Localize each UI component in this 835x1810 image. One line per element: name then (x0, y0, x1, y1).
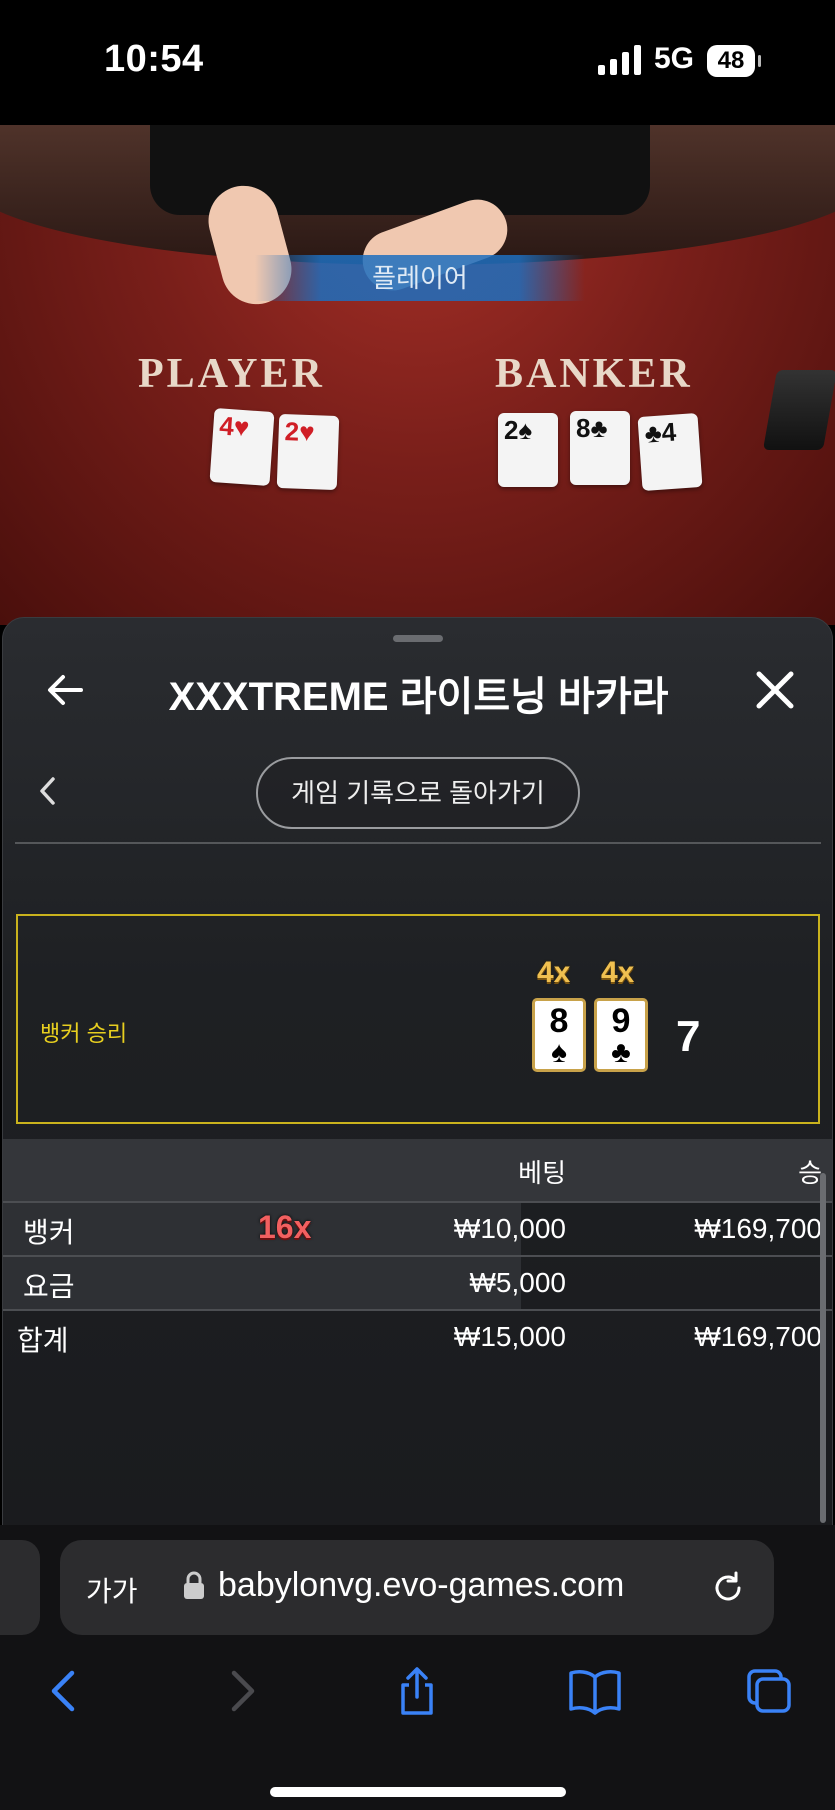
bets-table: 베팅 승 뱅커 16x ₩10,000 ₩169,700 요금 ₩5,000 합… (3, 1139, 832, 1363)
total-label: 합계 (17, 1325, 69, 1356)
address-bar[interactable]: 가가 babylonvg.evo-games.com (60, 1540, 774, 1635)
url-text[interactable]: babylonvg.evo-games.com (218, 1566, 624, 1605)
cellular-signal-icon (598, 45, 641, 75)
status-time: 10:54 (104, 38, 204, 80)
table-row: 요금 ₩5,000 (3, 1255, 832, 1309)
total-win: ₩169,700 (694, 1321, 822, 1352)
drag-handle[interactable] (393, 635, 443, 642)
header-bet: 베팅 (518, 1158, 566, 1188)
card-multiplier: 4x (601, 956, 635, 989)
divider (15, 842, 821, 844)
total-bet: ₩15,000 (453, 1321, 566, 1352)
reload-icon[interactable] (710, 1570, 746, 1606)
bookmarks-icon[interactable] (568, 1665, 622, 1717)
result-tag: 플레이어 (255, 255, 585, 301)
banker-card: ♣4 (637, 412, 703, 492)
card-shoe (762, 370, 835, 450)
network-type: 5G (654, 42, 695, 75)
banker-label: BANKER (495, 351, 693, 397)
result-card: 8 ♠ (532, 998, 586, 1072)
game-history-panel: XXXTREME 라이트닝 바카라 게임 기록으로 돌아가기 뱅커 승리 4x … (2, 617, 833, 1529)
chevron-left-icon[interactable] (37, 776, 59, 806)
bet-multiplier: 16x (258, 1209, 312, 1245)
text-size-button[interactable]: 가가 (86, 1570, 138, 1610)
lock-icon (184, 1571, 204, 1599)
player-card: 2♥ (276, 413, 340, 491)
win-amount: ₩169,700 (694, 1213, 822, 1244)
round-result: 뱅커 승리 4x 4x 8 ♠ 9 ♣ 7 (16, 914, 820, 1124)
total-row: 합계 ₩15,000 ₩169,700 (3, 1309, 832, 1363)
battery-icon: 48 (706, 44, 762, 78)
forward-icon[interactable] (218, 1665, 266, 1717)
table-header: 베팅 승 (3, 1139, 832, 1201)
close-icon[interactable] (753, 668, 797, 712)
result-card: 9 ♣ (594, 998, 648, 1072)
bet-amount: ₩5,000 (469, 1267, 567, 1298)
banker-card: 8♣ (570, 411, 630, 485)
player-label: PLAYER (138, 351, 325, 397)
home-indicator[interactable] (270, 1787, 566, 1797)
table-row: 뱅커 16x ₩10,000 ₩169,700 (3, 1201, 832, 1255)
browser-toolbar: 가가 babylonvg.evo-games.com (0, 1525, 835, 1810)
bet-name: 뱅커 (23, 1217, 75, 1248)
battery-level: 48 (717, 47, 745, 74)
card-multiplier: 4x (537, 956, 571, 989)
hand-score: 7 (676, 1012, 701, 1061)
banker-card: 2♠ (498, 413, 558, 487)
back-icon[interactable] (40, 1665, 88, 1717)
panel-title: XXXTREME 라이트닝 바카라 (168, 675, 669, 719)
tabs-icon[interactable] (745, 1665, 793, 1717)
previous-tab-preview[interactable] (0, 1540, 40, 1635)
scrollbar[interactable] (820, 1173, 826, 1523)
share-icon[interactable] (393, 1665, 441, 1717)
bet-amount: ₩10,000 (453, 1213, 566, 1244)
back-to-history-button[interactable]: 게임 기록으로 돌아가기 (256, 757, 580, 829)
live-video[interactable]: 플레이어 PLAYER BANKER 4♥ 2♥ 2♠ 8♣ ♣4 (0, 125, 835, 625)
status-bar: 10:54 5G 48 (0, 0, 835, 125)
player-card: 4♥ (209, 407, 275, 487)
bet-name: 요금 (23, 1271, 75, 1302)
result-label: 뱅커 승리 (40, 1021, 128, 1046)
header-win: 승 (798, 1158, 822, 1188)
